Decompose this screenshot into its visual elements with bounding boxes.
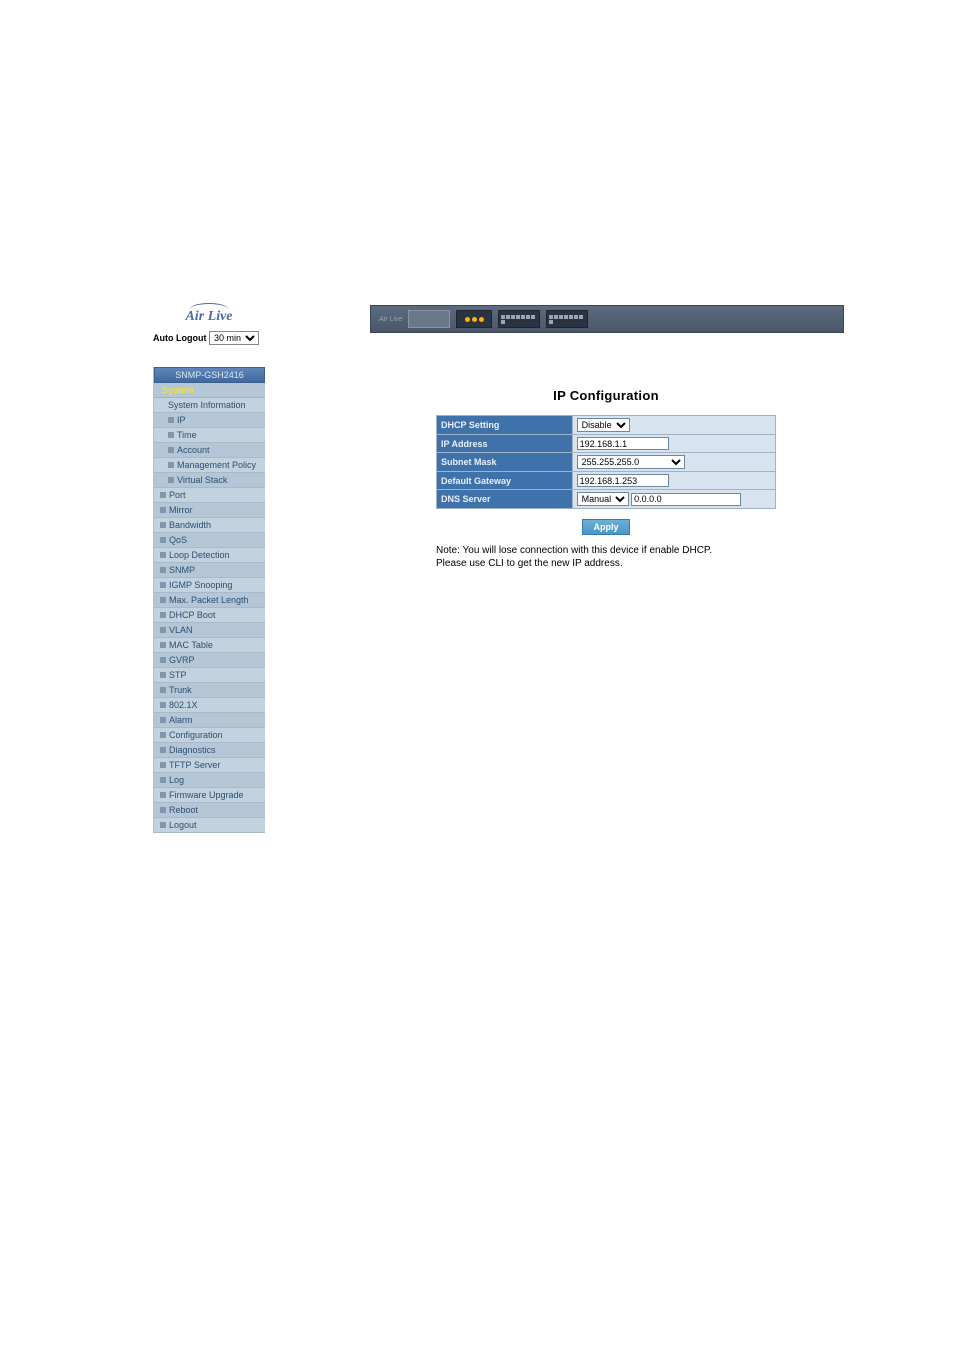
- bullet-icon: [160, 582, 166, 588]
- nav-item-reboot[interactable]: Reboot: [154, 803, 265, 818]
- nav-item-port[interactable]: Port: [154, 488, 265, 503]
- bullet-icon: [168, 432, 174, 438]
- auto-logout-row: Auto Logout 30 min: [153, 331, 265, 345]
- nav-item-configuration[interactable]: Configuration: [154, 728, 265, 743]
- nav-item-system-information[interactable]: System Information: [154, 398, 265, 413]
- bullet-icon: [160, 552, 166, 558]
- nav-item-logout[interactable]: Logout: [154, 818, 265, 833]
- nav-item-max-packet-length[interactable]: Max. Packet Length: [154, 593, 265, 608]
- nav-item-8021x[interactable]: 802.1X: [154, 698, 265, 713]
- logo-area: Air Live: [153, 307, 265, 329]
- bullet-icon: [160, 807, 166, 813]
- bullet-icon: [160, 732, 166, 738]
- bullet-icon: [160, 822, 166, 828]
- logo-text: Air Live: [185, 309, 232, 324]
- bullet-icon: [160, 537, 166, 543]
- dhcp-setting-select[interactable]: Disable: [577, 418, 630, 432]
- nav-item-snmp[interactable]: SNMP: [154, 563, 265, 578]
- nav-item-dhcp-boot[interactable]: DHCP Boot: [154, 608, 265, 623]
- nav-item-diagnostics[interactable]: Diagnostics: [154, 743, 265, 758]
- banner-ports-1: [498, 310, 540, 328]
- nav-device-name: SNMP-GSH2416: [154, 367, 265, 383]
- nav: SNMP-GSH2416 System System Information I…: [153, 367, 265, 833]
- dns-mode-select[interactable]: Manual: [577, 492, 629, 506]
- banner-ports-2: [546, 310, 588, 328]
- nav-item-virtual-stack[interactable]: Virtual Stack: [154, 473, 265, 488]
- bullet-icon: [160, 492, 166, 498]
- main-content: IP Configuration DHCP Setting Disable IP…: [436, 388, 776, 570]
- nav-item-bandwidth[interactable]: Bandwidth: [154, 518, 265, 533]
- auto-logout-label: Auto Logout: [153, 333, 206, 343]
- sidebar: Air Live Auto Logout 30 min SNMP-GSH2416…: [153, 307, 265, 833]
- nav-item-stp[interactable]: STP: [154, 668, 265, 683]
- bullet-icon: [160, 567, 166, 573]
- bullet-icon: [160, 717, 166, 723]
- nav-item-gvrp[interactable]: GVRP: [154, 653, 265, 668]
- banner-brand: Air Live: [379, 316, 402, 323]
- nav-item-mac-table[interactable]: MAC Table: [154, 638, 265, 653]
- label-default-gateway: Default Gateway: [437, 472, 573, 490]
- label-dns-server: DNS Server: [437, 490, 573, 509]
- label-dhcp-setting: DHCP Setting: [437, 416, 573, 435]
- nav-item-firmware-upgrade[interactable]: Firmware Upgrade: [154, 788, 265, 803]
- nav-item-trunk[interactable]: Trunk: [154, 683, 265, 698]
- nav-item-ip[interactable]: IP: [154, 413, 265, 428]
- bullet-icon: [160, 522, 166, 528]
- dns-server-input[interactable]: [631, 493, 741, 506]
- apply-button[interactable]: Apply: [582, 519, 629, 535]
- bullet-icon: [160, 507, 166, 513]
- device-banner: Air Live: [370, 305, 844, 333]
- nav-item-vlan[interactable]: VLAN: [154, 623, 265, 638]
- bullet-icon: [160, 597, 166, 603]
- bullet-icon: [160, 627, 166, 633]
- page-title: IP Configuration: [436, 388, 776, 403]
- bullet-icon: [160, 702, 166, 708]
- bullet-icon: [160, 762, 166, 768]
- subnet-mask-select[interactable]: 255.255.255.0: [577, 455, 685, 469]
- bullet-icon: [168, 477, 174, 483]
- label-ip-address: IP Address: [437, 435, 573, 453]
- nav-item-loop-detection[interactable]: Loop Detection: [154, 548, 265, 563]
- bullet-icon: [160, 687, 166, 693]
- ip-address-input[interactable]: [577, 437, 669, 450]
- nav-item-qos[interactable]: QoS: [154, 533, 265, 548]
- nav-group-system[interactable]: System: [154, 383, 265, 398]
- default-gateway-input[interactable]: [577, 474, 669, 487]
- bullet-icon: [160, 612, 166, 618]
- auto-logout-select[interactable]: 30 min: [209, 331, 259, 345]
- bullet-icon: [168, 447, 174, 453]
- nav-item-log[interactable]: Log: [154, 773, 265, 788]
- bullet-icon: [168, 417, 174, 423]
- bullet-icon: [160, 642, 166, 648]
- bullet-icon: [168, 462, 174, 468]
- note-text: Note: You will lose connection with this…: [436, 545, 776, 570]
- bullet-icon: [160, 747, 166, 753]
- bullet-icon: [160, 657, 166, 663]
- banner-leds: [456, 310, 492, 328]
- nav-item-time[interactable]: Time: [154, 428, 265, 443]
- nav-item-alarm[interactable]: Alarm: [154, 713, 265, 728]
- label-subnet-mask: Subnet Mask: [437, 453, 573, 472]
- nav-item-account[interactable]: Account: [154, 443, 265, 458]
- bullet-icon: [160, 792, 166, 798]
- bullet-icon: [160, 777, 166, 783]
- nav-item-igmp-snooping[interactable]: IGMP Snooping: [154, 578, 265, 593]
- banner-label-box: [408, 310, 450, 328]
- ip-config-table: DHCP Setting Disable IP Address Subnet M…: [436, 415, 776, 509]
- nav-item-tftp-server[interactable]: TFTP Server: [154, 758, 265, 773]
- nav-item-mirror[interactable]: Mirror: [154, 503, 265, 518]
- bullet-icon: [160, 672, 166, 678]
- nav-item-management-policy[interactable]: Management Policy: [154, 458, 265, 473]
